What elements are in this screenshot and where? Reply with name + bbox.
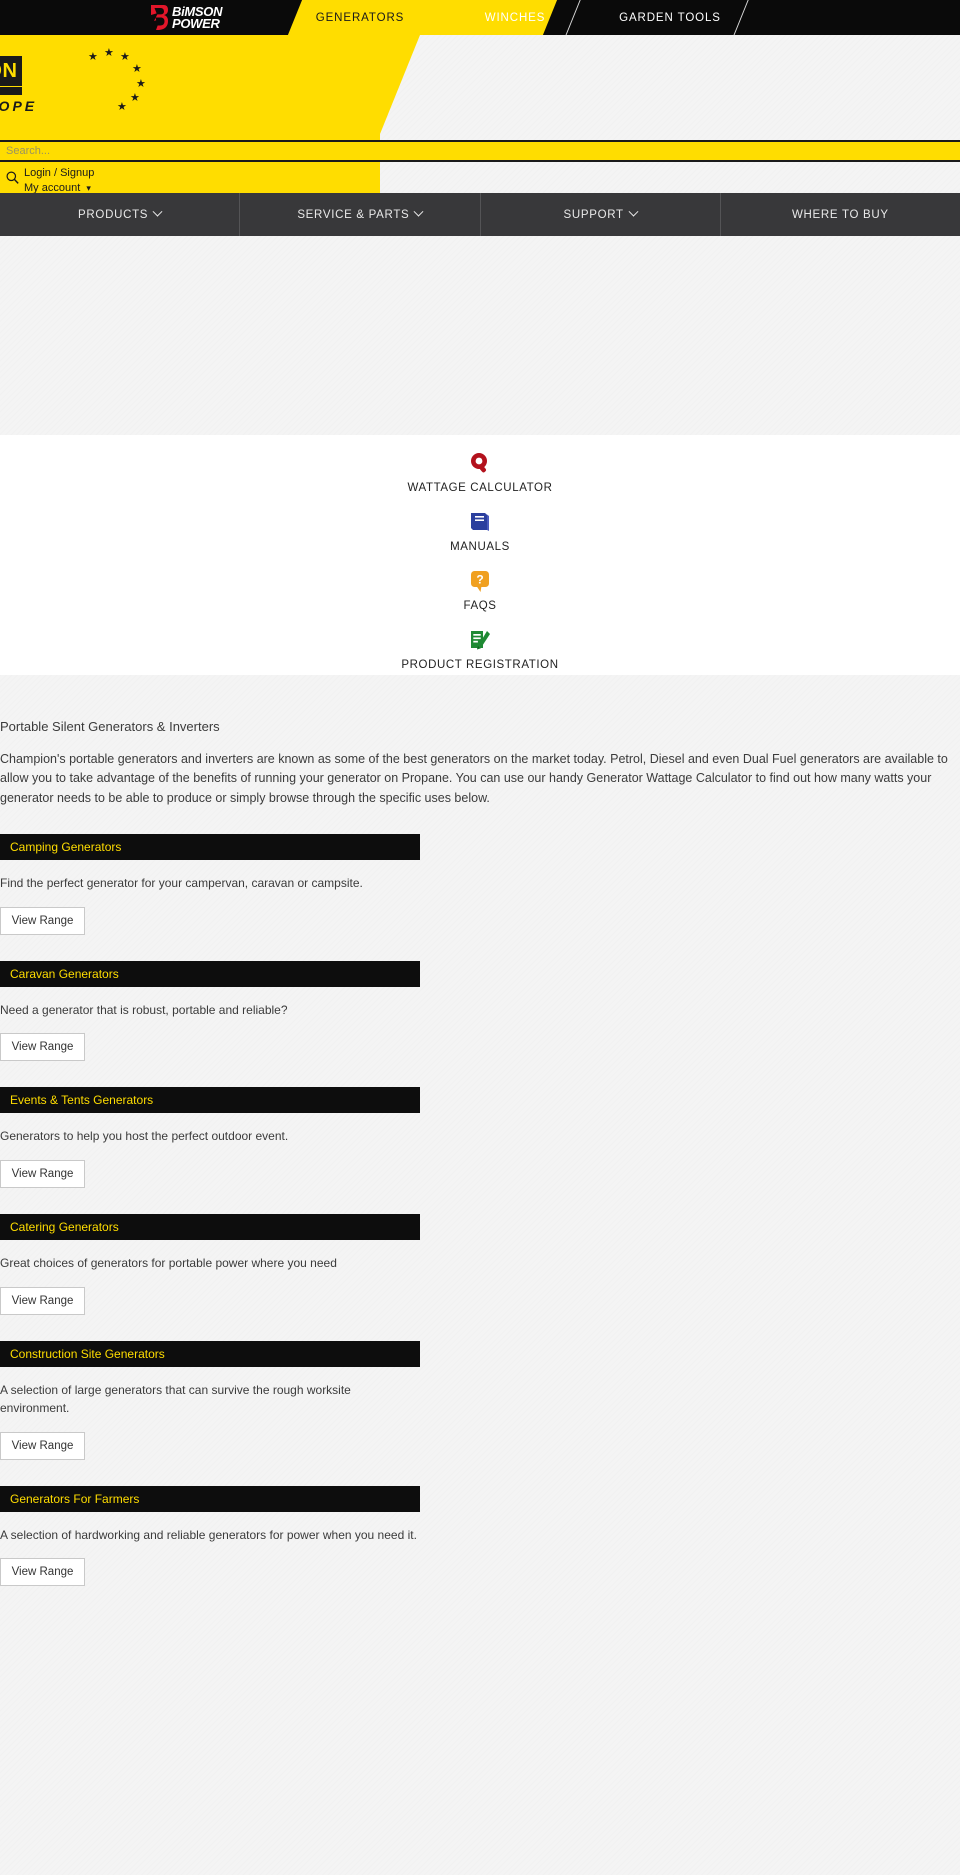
my-account-link[interactable]: My account ▾	[24, 182, 91, 193]
content-inner: Portable Silent Generators & Inverters C…	[0, 675, 958, 1587]
main-nav-label: SERVICE & PARTS	[297, 208, 410, 221]
star-icon: ★	[120, 51, 130, 63]
view-range-button[interactable]: View Range	[0, 1558, 85, 1587]
category-card: Catering Generators Great choices of gen…	[0, 1213, 958, 1315]
quicklink-label: MANUALS	[450, 541, 510, 553]
category-header-farmers[interactable]: Generators For Farmers	[0, 1485, 420, 1512]
quicklink-label: PRODUCT REGISTRATION	[401, 659, 559, 671]
category-header-events-tents[interactable]: Events & Tents Generators	[0, 1087, 420, 1114]
quicklink-product-registration[interactable]: PRODUCT REGISTRATION	[0, 628, 960, 671]
category-description: A selection of large generators that can…	[0, 1382, 351, 1416]
category-description: Great choices of generators for portable…	[0, 1255, 337, 1270]
page-root: BiMSON POWER GENERATORS WINCHES GARDEN T…	[0, 0, 960, 1875]
quicklink-wattage-calculator[interactable]: WATTAGE CALCULATOR	[0, 451, 960, 494]
main-nav-label: WHERE TO BUY	[791, 208, 889, 221]
quicklink-manuals[interactable]: MANUALS	[0, 510, 960, 553]
quicklink-label: WATTAGE CALCULATOR	[407, 482, 553, 494]
champion-region-label: EUROPE	[0, 98, 38, 114]
champion-europe-logo[interactable]: CHAMPION POWER EQUIPMENT EUROPE ★ ★ ★ ★ …	[0, 48, 150, 120]
search-input[interactable]	[0, 142, 960, 160]
chevron-down-icon: ▾	[86, 183, 91, 193]
magnifier-icon	[469, 451, 491, 475]
category-card: Camping Generators Find the perfect gene…	[0, 834, 958, 935]
question-bubble-icon: ?	[469, 569, 491, 593]
hero-banner	[0, 236, 960, 435]
star-icon: ★	[104, 47, 114, 59]
star-icon: ★	[132, 63, 142, 75]
top-nav-item-garden-tools[interactable]: GARDEN TOOLS	[600, 0, 740, 35]
account-block: Login / Signup My account ▾ 0 Basket	[0, 165, 120, 193]
champion-wordmark: CHAMPION	[0, 59, 18, 82]
category-header-camping[interactable]: Camping Generators	[0, 834, 420, 861]
category-header-caravan[interactable]: Caravan Generators	[0, 960, 420, 987]
category-card: Generators For Farmers A selection of ha…	[0, 1485, 958, 1587]
masthead: CHAMPION POWER EQUIPMENT EUROPE ★ ★ ★ ★ …	[0, 35, 960, 193]
page-title: Portable Silent Generators & Inverters	[0, 719, 220, 734]
top-nav: GENERATORS WINCHES GARDEN TOOLS	[0, 0, 960, 35]
view-range-button[interactable]: View Range	[0, 1033, 85, 1062]
category-title: Camping Generators	[10, 840, 122, 855]
chevron-down-icon	[628, 206, 639, 217]
category-description: Generators to help you host the perfect …	[0, 1129, 289, 1144]
category-title: Construction Site Generators	[10, 1346, 165, 1361]
quicklink-faqs[interactable]: ? FAQS	[0, 569, 960, 612]
book-icon	[468, 510, 492, 534]
search-bar	[0, 140, 960, 162]
quicklink-label: FAQS	[463, 600, 497, 612]
star-icon: ★	[88, 51, 98, 63]
category-description: Need a generator that is robust, portabl…	[0, 1002, 288, 1017]
main-nav-item-support[interactable]: SUPPORT	[481, 193, 721, 236]
top-nav-item-winches[interactable]: WINCHES	[455, 0, 575, 35]
category-title: Caravan Generators	[10, 966, 119, 981]
category-title: Generators For Farmers	[10, 1491, 140, 1506]
document-pencil-icon	[468, 628, 492, 652]
category-title: Events & Tents Generators	[10, 1093, 154, 1108]
top-nav-item-generators[interactable]: GENERATORS	[300, 0, 420, 35]
star-icon: ★	[117, 101, 127, 113]
view-range-button[interactable]: View Range	[0, 906, 85, 935]
intro-paragraph: Champion's portable generators and inver…	[0, 752, 948, 805]
star-icon: ★	[136, 78, 146, 90]
my-account-label: My account	[24, 182, 81, 193]
login-signup-link[interactable]: Login / Signup	[24, 167, 94, 179]
chevron-down-icon	[413, 206, 424, 217]
quicklinks-section: WATTAGE CALCULATOR MANUALS ? FAQS PRODUC…	[0, 435, 960, 675]
category-header-catering[interactable]: Catering Generators	[0, 1213, 420, 1240]
main-nav-item-products[interactable]: PRODUCTS	[0, 193, 241, 236]
main-nav-item-service-parts[interactable]: SERVICE & PARTS	[240, 193, 481, 236]
view-range-button[interactable]: View Range	[0, 1159, 85, 1188]
top-brand-bar: BiMSON POWER GENERATORS WINCHES GARDEN T…	[0, 0, 960, 35]
champion-tagline-bar: POWER EQUIPMENT	[0, 87, 22, 95]
search-icon[interactable]	[6, 171, 19, 184]
view-range-button[interactable]: View Range	[0, 1431, 85, 1460]
main-nav-label: PRODUCTS	[78, 208, 149, 221]
category-header-construction-site[interactable]: Construction Site Generators	[0, 1340, 420, 1367]
main-nav-label: SUPPORT	[563, 208, 624, 221]
main-nav-item-where-to-buy[interactable]: WHERE TO BUY	[721, 193, 960, 236]
content-section: Portable Silent Generators & Inverters C…	[0, 675, 960, 1875]
category-card: Construction Site Generators A selection…	[0, 1340, 958, 1460]
category-description: A selection of hardworking and reliable …	[0, 1527, 417, 1542]
chevron-down-icon	[152, 206, 163, 217]
svg-text:?: ?	[476, 572, 483, 586]
champion-wordmark-box: CHAMPION	[0, 56, 22, 86]
main-nav: PRODUCTS SERVICE & PARTS SUPPORT WHERE T…	[0, 193, 960, 236]
view-range-button[interactable]: View Range	[0, 1286, 85, 1315]
category-card: Caravan Generators Need a generator that…	[0, 960, 958, 1062]
star-icon: ★	[130, 92, 140, 104]
category-card: Events & Tents Generators Generators to …	[0, 1087, 958, 1188]
category-description: Find the perfect generator for your camp…	[0, 876, 363, 891]
category-title: Catering Generators	[10, 1219, 119, 1234]
